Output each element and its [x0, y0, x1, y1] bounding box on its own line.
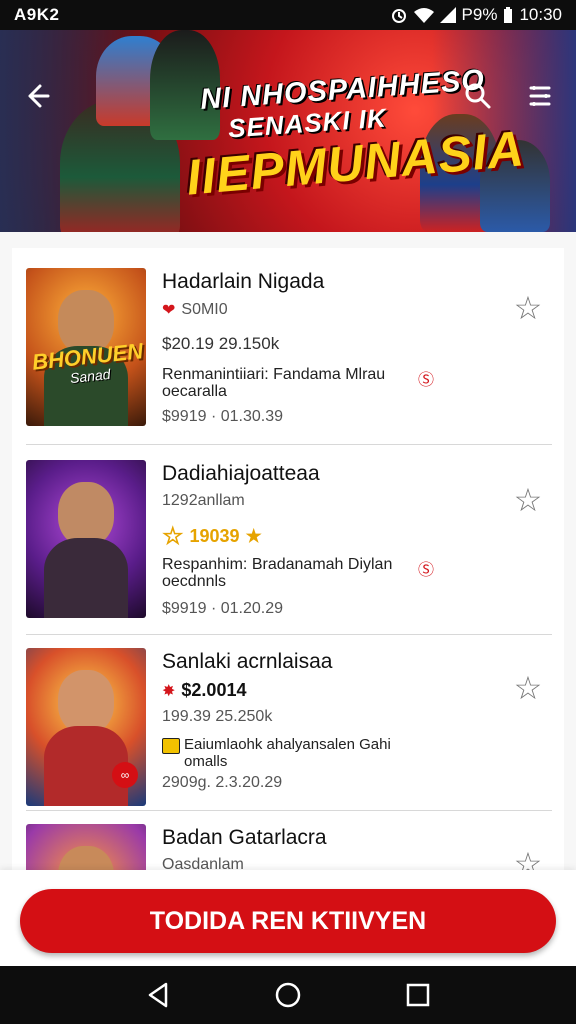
favorite-button[interactable]: ☆ — [510, 670, 546, 706]
status-icons: P9% 10:30 — [390, 5, 562, 25]
search-button[interactable] — [460, 78, 496, 114]
star-outline-icon: ☆ — [513, 846, 543, 870]
clock: 10:30 — [519, 5, 562, 24]
item-subtitle: 1292anllam — [162, 492, 245, 509]
info-badge-icon: Ⓢ — [418, 372, 435, 389]
signal-icon — [439, 7, 456, 23]
item-title: Dadiahiajoatteaa — [162, 462, 320, 485]
game-list[interactable]: BHONUEN Sanad Hadarlain Nigada ❤ S0MI0 $… — [0, 232, 576, 870]
item-subtitle-row: ✸ $2.0014 — [162, 680, 246, 701]
item-footer: $9919 · 01.20.29 — [162, 600, 283, 617]
game-thumbnail — [26, 824, 146, 870]
favorite-button[interactable]: ☆ — [510, 290, 546, 326]
search-icon — [465, 83, 491, 109]
item-subtitle: S0MI0 — [181, 301, 228, 318]
primary-cta-button[interactable]: TODIDA REN KTIIVYEN — [20, 889, 556, 953]
item-price: 199.39 25.250k — [162, 708, 273, 725]
square-recents-icon — [406, 983, 430, 1007]
menu-icon — [529, 86, 551, 106]
menu-button[interactable] — [522, 78, 558, 114]
star-outline-icon: ☆ — [513, 482, 543, 518]
battery-icon — [504, 7, 513, 23]
system-nav-bar — [0, 966, 576, 1024]
item-description: Renmanintiiari: Fandama Mlrau oecaralla — [162, 366, 386, 400]
status-bar: A9K2 P9% 10:30 — [0, 0, 576, 30]
triangle-back-icon — [148, 982, 168, 1008]
star-filled-icon: ☆ — [162, 523, 184, 550]
play-badge-icon: ∞ — [112, 762, 138, 788]
game-thumbnail: BHONUEN Sanad — [26, 268, 146, 426]
item-subtitle: Oasdanlam — [162, 856, 244, 870]
item-subtitle-row: ❤ S0MI0 — [162, 300, 228, 320]
bottom-action-bar: TODIDA REN KTIIVYEN — [0, 870, 576, 966]
info-badge-icon: Ⓢ — [418, 562, 435, 579]
item-title: Sanlaki acrnlaisaa — [162, 650, 333, 673]
battery-percent: P9% — [461, 5, 498, 24]
hero-banner[interactable]: NI NHOSPAIHHESO SENASKI IK IIEPMUNASIA — [0, 30, 576, 232]
item-description: Respanhim: Bradanamah Diylan oecdnnls — [162, 556, 393, 590]
nav-home-button[interactable] — [272, 979, 304, 1011]
nav-back-button[interactable] — [142, 979, 174, 1011]
wifi-icon — [413, 8, 434, 23]
heart-icon: ❤ — [162, 302, 176, 319]
game-thumbnail: ∞ — [26, 648, 146, 806]
list-item[interactable]: ∞ Sanlaki acrnlaisaa ✸ $2.0014 199.39 25… — [26, 648, 552, 811]
favorite-button[interactable]: ☆ — [510, 482, 546, 518]
burst-icon: ✸ — [162, 682, 176, 700]
back-button[interactable] — [18, 78, 54, 114]
alarm-icon — [391, 9, 406, 23]
tag-icon — [162, 738, 180, 754]
item-footer: $9919 · 01.30.39 — [162, 408, 283, 425]
star-outline-icon: ☆ — [513, 290, 543, 326]
favorite-button[interactable]: ☆ — [510, 846, 546, 870]
item-description: Eaiumlaohk ahalyansalen Gahi omalls — [184, 736, 391, 770]
carrier-label: A9K2 — [14, 5, 60, 24]
star-icon: ★ — [245, 526, 262, 546]
item-title: Hadarlain Nigada — [162, 270, 325, 293]
rating-row: ☆ 19039 ★ — [162, 522, 262, 551]
item-price: $20.19 29.150k — [162, 334, 280, 353]
item-rating: 19039 — [189, 526, 240, 546]
item-subtitle: $2.0014 — [181, 680, 247, 700]
circle-home-icon — [275, 982, 301, 1008]
star-outline-icon: ☆ — [513, 670, 543, 706]
nav-recents-button[interactable] — [402, 979, 434, 1011]
game-thumbnail — [26, 460, 146, 618]
arrow-left-icon — [28, 84, 50, 108]
item-footer: 2909g. 2.3.20.29 — [162, 774, 283, 791]
list-item[interactable]: Dadiahiajoatteaa 1292anllam ☆ 19039 ★ Re… — [26, 460, 552, 635]
list-item[interactable]: Badan Gatarlacra Oasdanlam ☆ — [26, 824, 552, 870]
item-title: Badan Gatarlacra — [162, 826, 327, 849]
list-item[interactable]: BHONUEN Sanad Hadarlain Nigada ❤ S0MI0 $… — [26, 268, 552, 445]
list-card: BHONUEN Sanad Hadarlain Nigada ❤ S0MI0 $… — [12, 248, 564, 870]
